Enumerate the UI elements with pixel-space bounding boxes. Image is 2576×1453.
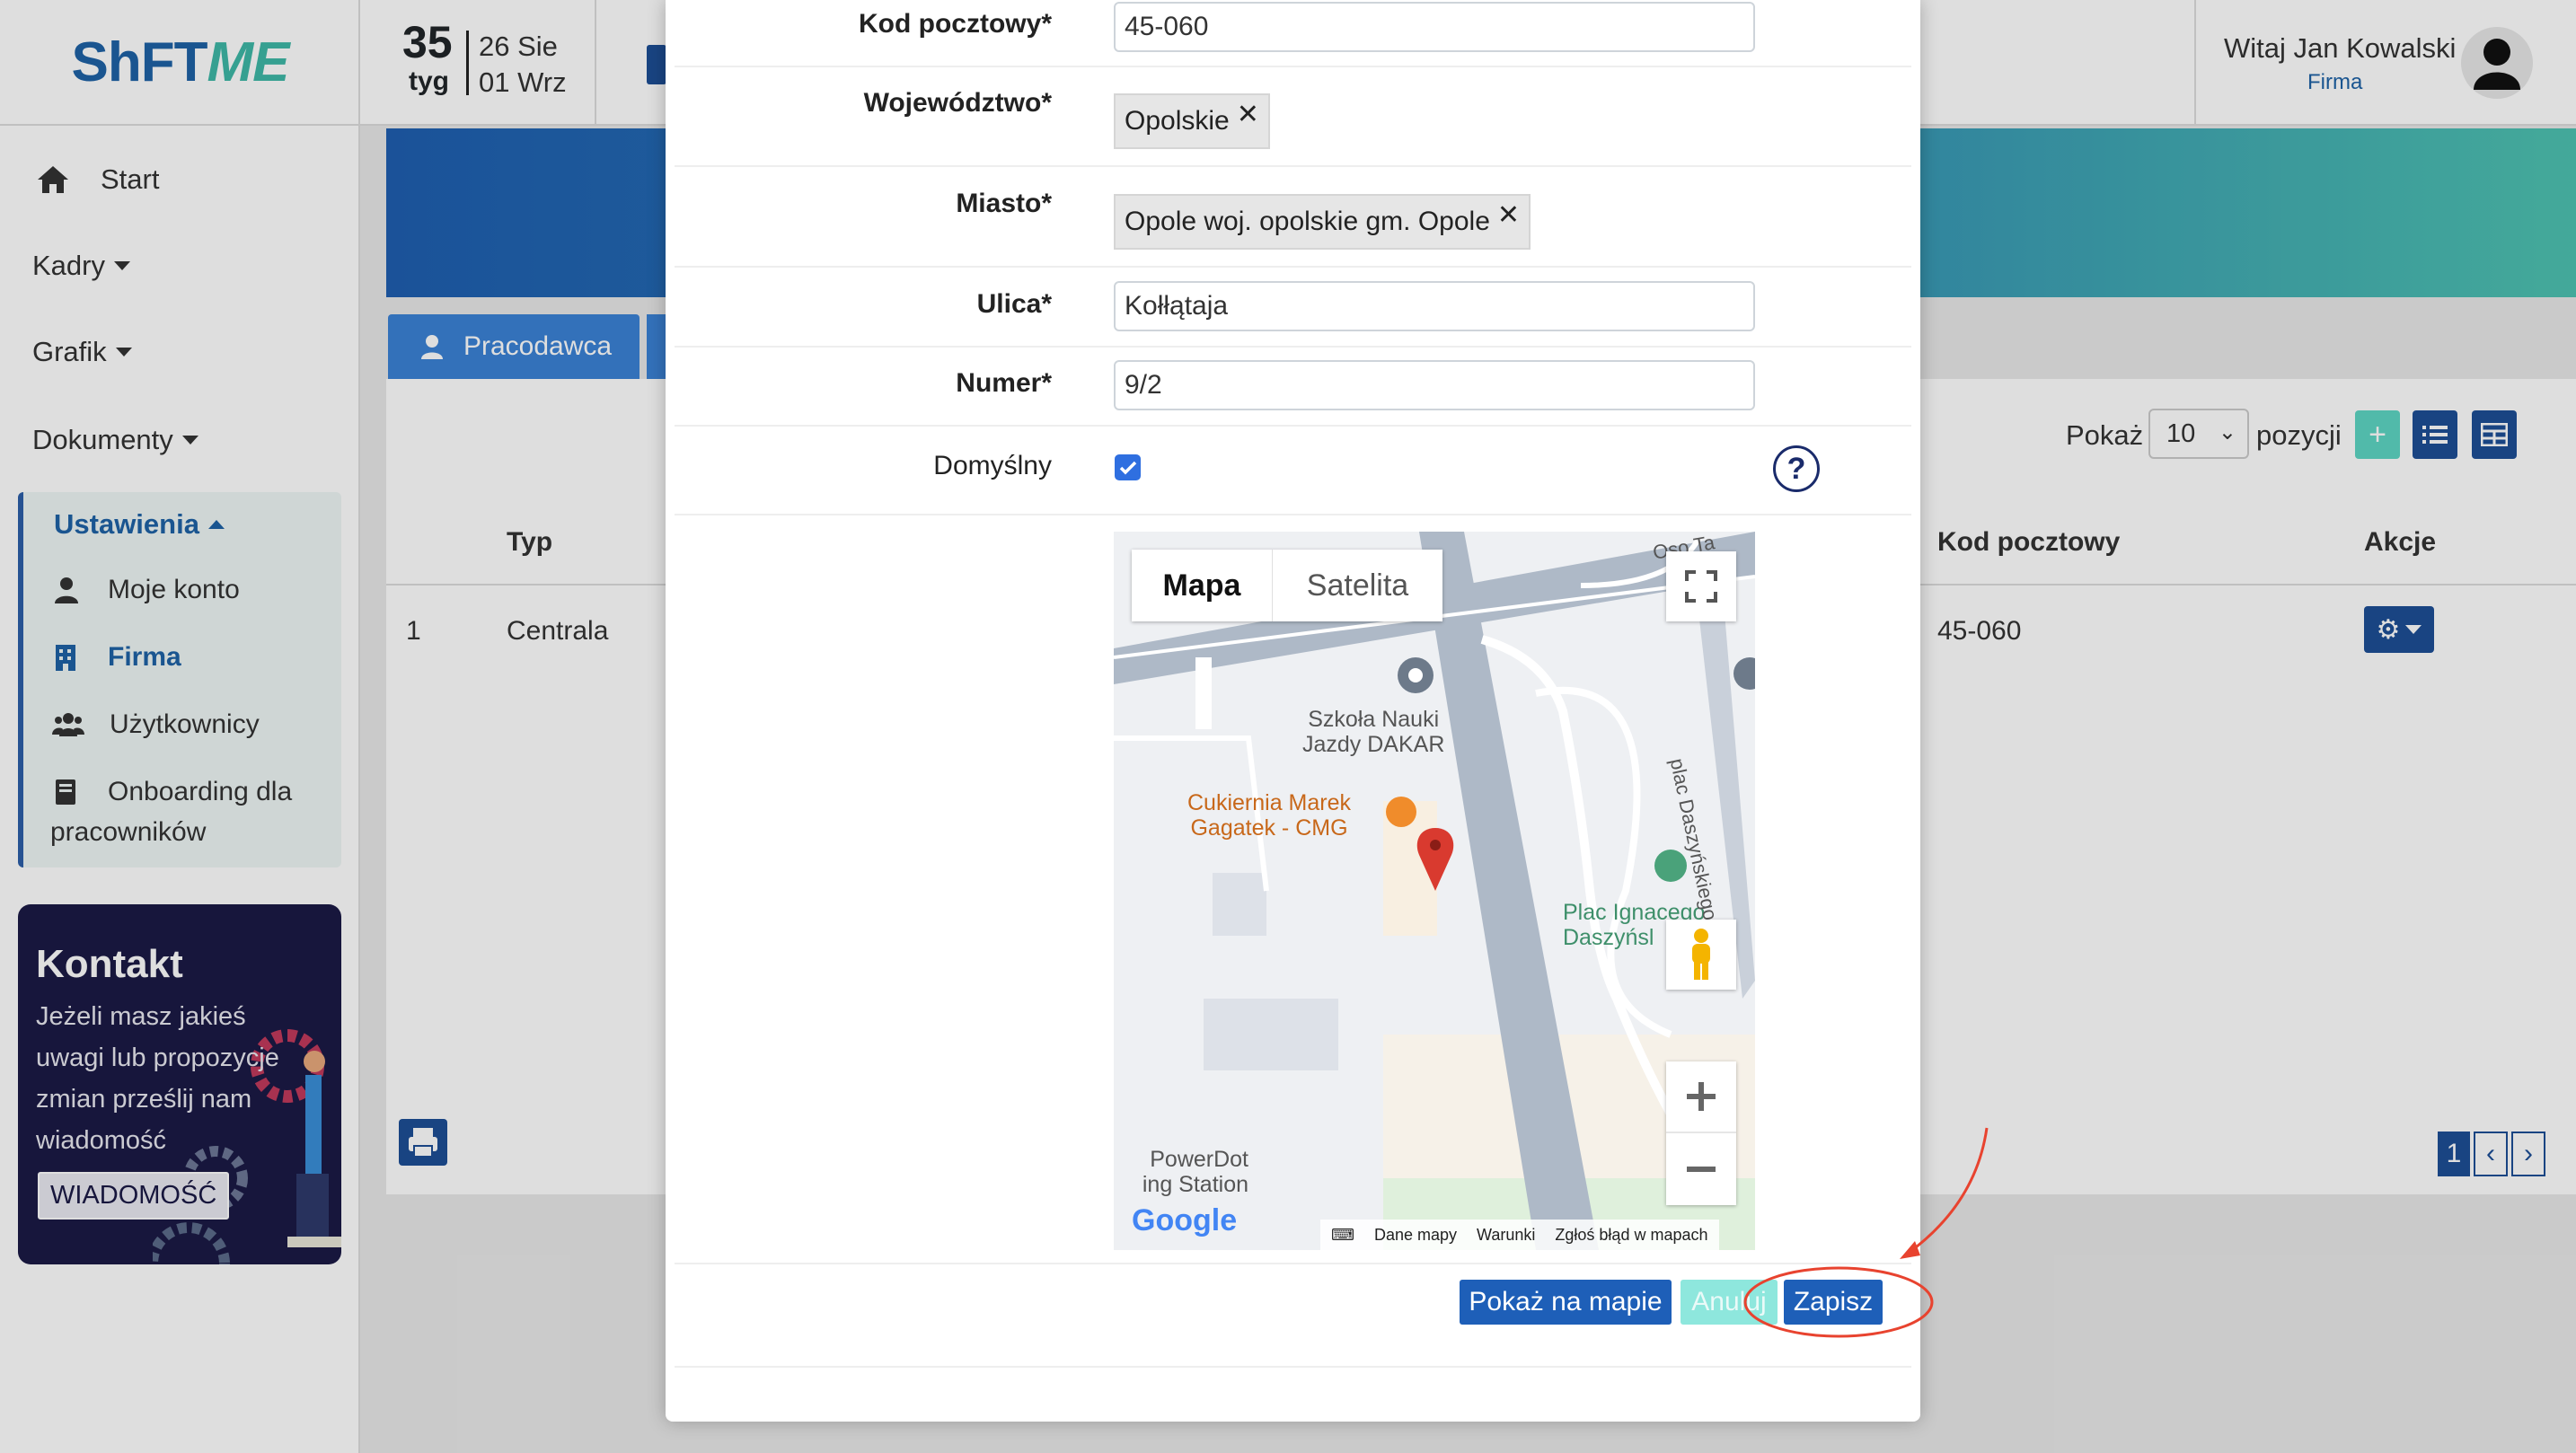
app-root: ShFT ME Start Kadry Grafik Dokumenty Usta… [0, 0, 2576, 1453]
remove-tag-icon[interactable]: ✕ [1237, 101, 1259, 128]
map-pegman-button[interactable] [1666, 920, 1736, 990]
show-on-map-button[interactable]: Pokaż na mapie [1460, 1280, 1672, 1325]
voivodeship-label: Województwo* [863, 88, 1052, 118]
map-poi-label: Jazdy DAKAR [1302, 732, 1445, 757]
map-poi-station[interactable]: PowerDot ing Station [1114, 1147, 1248, 1197]
minus-icon [1687, 1167, 1716, 1172]
default-checkbox[interactable] [1115, 454, 1141, 480]
street-input[interactable] [1114, 281, 1755, 331]
form-divider [675, 165, 1911, 167]
number-label: Numer* [956, 368, 1052, 398]
zoom-in-button[interactable] [1666, 1061, 1736, 1133]
number-input[interactable] [1114, 360, 1755, 410]
voivodeship-tag[interactable]: Opolskie ✕ [1114, 93, 1270, 149]
city-label: Miasto* [956, 189, 1052, 218]
default-label: Domyślny [933, 451, 1052, 480]
modal-bottom-divider [675, 1366, 1911, 1368]
modal-footer-divider [675, 1263, 1911, 1264]
fullscreen-icon [1685, 570, 1717, 603]
map-poi-cafe[interactable]: Cukiernia Marek Gagatek - CMG [1187, 790, 1351, 841]
google-logo[interactable]: Google [1132, 1203, 1237, 1238]
map-poi-school[interactable]: Szkoła Nauki Jazdy DAKAR [1302, 707, 1444, 757]
city-tag-text: Opole woj. opolskie gm. Opole [1125, 207, 1490, 236]
map-poi-label: PowerDot [1150, 1147, 1248, 1172]
city-tag[interactable]: Opole woj. opolskie gm. Opole ✕ [1114, 194, 1531, 250]
map-poi-label: ing Station [1142, 1172, 1248, 1197]
map-footer-report[interactable]: Zgłoś błąd w mapach [1555, 1226, 1707, 1245]
map-poi-label: Cukiernia Marek [1187, 790, 1352, 815]
keyboard-icon[interactable]: ⌨ [1331, 1226, 1354, 1245]
map-type-control: Mapa Satelita [1132, 550, 1442, 621]
cancel-button[interactable]: Anuluj [1681, 1280, 1778, 1325]
map-view[interactable]: Szkoła Nauki Jazdy DAKAR Cukiernia Marek… [1114, 532, 1755, 1250]
map-tiles [1114, 532, 1755, 1250]
form-divider [675, 346, 1911, 348]
help-icon[interactable]: ? [1773, 445, 1820, 492]
map-poi-label: Gagatek - CMG [1190, 815, 1348, 841]
form-divider [675, 514, 1911, 515]
voivodeship-tag-text: Opolskie [1125, 106, 1230, 136]
checkmark-icon [1119, 461, 1136, 474]
form-divider [675, 425, 1911, 427]
map-fullscreen-button[interactable] [1666, 551, 1736, 621]
map-type-map-button[interactable]: Mapa [1132, 550, 1272, 621]
street-label: Ulica* [976, 289, 1052, 319]
map-footer-terms[interactable]: Warunki [1477, 1226, 1535, 1245]
map-zoom-control [1666, 1061, 1736, 1205]
remove-tag-icon[interactable]: ✕ [1497, 202, 1520, 229]
map-footer: ⌨ Dane mapy Warunki Zgłoś błąd w mapach [1320, 1220, 1719, 1250]
save-button[interactable]: Zapisz [1784, 1280, 1883, 1325]
form-divider [675, 266, 1911, 268]
map-type-satellite-button[interactable]: Satelita [1272, 550, 1442, 621]
map-footer-data[interactable]: Dane mapy [1374, 1226, 1457, 1245]
postal-code-label: Kod pocztowy* [859, 9, 1052, 39]
form-divider [675, 66, 1911, 67]
pegman-icon [1692, 929, 1710, 980]
plus-icon [1687, 1082, 1716, 1111]
zoom-out-button[interactable] [1666, 1133, 1736, 1205]
map-poi-label: Szkoła Nauki [1308, 707, 1440, 732]
postal-code-input[interactable] [1114, 2, 1755, 52]
